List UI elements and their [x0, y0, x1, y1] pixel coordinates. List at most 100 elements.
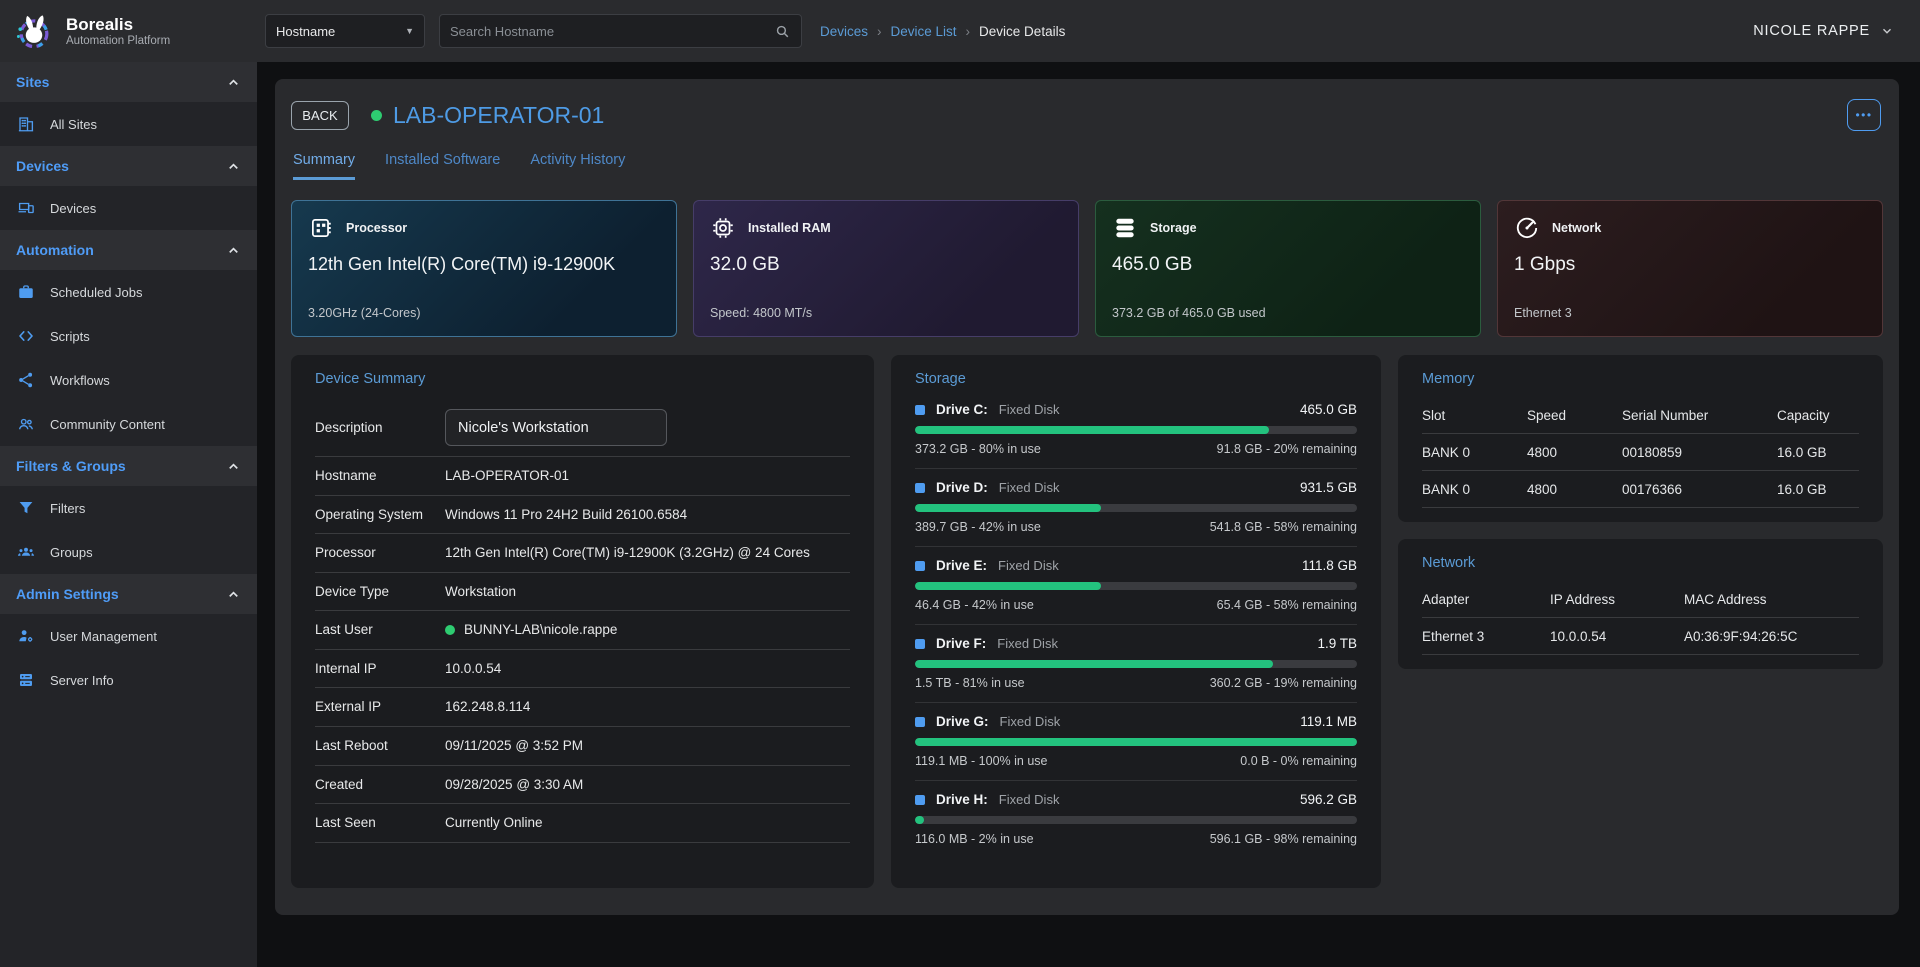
chevron-up-icon: [226, 159, 241, 174]
device-summary-title: Device Summary: [315, 355, 850, 387]
storage-value: 465.0 GB: [1112, 254, 1464, 276]
processor-value: 12th Gen Intel(R) Core(TM) i9-12900K: [308, 254, 660, 275]
drive-usage-bar: [915, 660, 1357, 668]
sidebar-item-workflows[interactable]: Workflows: [0, 358, 257, 402]
summary-row-processor: Processor 12th Gen Intel(R) Core(TM) i9-…: [315, 534, 850, 573]
memory-table-row: BANK 0 4800 00176366 16.0 GB: [1422, 471, 1859, 508]
network-value: 1 Gbps: [1514, 254, 1866, 276]
network-table-header: Adapter IP Address MAC Address: [1422, 581, 1859, 618]
drive-icon: [915, 795, 925, 805]
chevron-up-icon: [226, 75, 241, 90]
breadcrumb-devices[interactable]: Devices: [820, 24, 868, 39]
sidebar-section-admin-settings[interactable]: Admin Settings: [0, 574, 257, 614]
drive-usage-bar: [915, 816, 1357, 824]
people-icon: [16, 415, 36, 433]
drive-row-f: Drive F: Fixed Disk 1.9 TB 1.5 TB - 81% …: [915, 625, 1357, 703]
sidebar-section-devices[interactable]: Devices: [0, 146, 257, 186]
sidebar-section-filters-groups[interactable]: Filters & Groups: [0, 446, 257, 486]
breadcrumb-device-list[interactable]: Device List: [891, 24, 957, 39]
processor-subtitle: 3.20GHz (24-Cores): [308, 306, 660, 322]
brand-tagline: Automation Platform: [66, 35, 170, 47]
breadcrumb-current: Device Details: [979, 24, 1065, 39]
drive-icon: [915, 405, 925, 415]
memory-table-header: Slot Speed Serial Number Capacity: [1422, 397, 1859, 434]
sidebar-section-automation[interactable]: Automation: [0, 230, 257, 270]
sidebar-item-groups[interactable]: Groups: [0, 530, 257, 574]
title-row: BACK LAB-OPERATOR-01: [291, 101, 1883, 130]
drive-icon: [915, 639, 925, 649]
network-subtitle: Ethernet 3: [1514, 306, 1866, 322]
summary-row-internal-ip: Internal IP 10.0.0.54: [315, 650, 850, 689]
memory-table-row: BANK 0 4800 00180859 16.0 GB: [1422, 434, 1859, 471]
user-name: NICOLE RAPPE: [1753, 23, 1870, 39]
workflow-share-icon: [16, 371, 36, 389]
ram-card: Installed RAM 32.0 GB Speed: 4800 MT/s: [693, 200, 1079, 337]
hostname-filter-select[interactable]: Hostname ▼: [265, 14, 425, 48]
building-icon: [16, 115, 36, 133]
tab-bar: Summary Installed Software Activity Hist…: [291, 152, 1883, 180]
summary-row-device-type: Device Type Workstation: [315, 573, 850, 612]
speedometer-icon: [1514, 215, 1540, 241]
code-icon: [16, 327, 36, 345]
storage-stack-icon: [1112, 215, 1138, 241]
more-options-button[interactable]: •••: [1847, 99, 1881, 131]
cpu-icon: [308, 215, 334, 241]
drive-usage-bar: [915, 426, 1357, 434]
sidebar-item-server-info[interactable]: Server Info: [0, 658, 257, 702]
sidebar-item-devices[interactable]: Devices: [0, 186, 257, 230]
top-bar: Borealis Automation Platform Hostname ▼ …: [0, 0, 1920, 62]
sidebar-item-scripts[interactable]: Scripts: [0, 314, 257, 358]
summary-row-last-reboot: Last Reboot 09/11/2025 @ 3:52 PM: [315, 727, 850, 766]
sidebar-item-filters[interactable]: Filters: [0, 486, 257, 530]
right-column: Memory Slot Speed Serial Number Capacity…: [1398, 355, 1883, 669]
network-panel: Network Adapter IP Address MAC Address E…: [1398, 539, 1883, 669]
ram-subtitle: Speed: 4800 MT/s: [710, 306, 1062, 322]
brand-logo: Borealis Automation Platform: [0, 9, 257, 53]
summary-row-hostname: Hostname LAB-OPERATOR-01: [315, 457, 850, 496]
chevron-down-icon: [1880, 24, 1894, 38]
user-online-dot: [445, 625, 455, 635]
chevron-up-icon: [226, 243, 241, 258]
sidebar-item-scheduled-jobs[interactable]: Scheduled Jobs: [0, 270, 257, 314]
main-content: BACK LAB-OPERATOR-01 ••• Summary Install…: [257, 62, 1920, 967]
tab-summary[interactable]: Summary: [293, 152, 355, 180]
summary-row-last-seen: Last Seen Currently Online: [315, 804, 850, 843]
drive-usage-bar: [915, 504, 1357, 512]
search-icon: [774, 23, 791, 40]
online-status-dot: [371, 110, 382, 121]
stat-cards: Processor 12th Gen Intel(R) Core(TM) i9-…: [291, 200, 1883, 337]
sidebar-section-sites[interactable]: Sites: [0, 62, 257, 102]
filter-funnel-icon: [16, 499, 36, 517]
hostname-search: [439, 14, 802, 48]
drive-row-c: Drive C: Fixed Disk 465.0 GB 373.2 GB - …: [915, 391, 1357, 469]
network-title: Network: [1422, 539, 1859, 571]
drive-icon: [915, 561, 925, 571]
chevron-up-icon: [226, 459, 241, 474]
processor-card: Processor 12th Gen Intel(R) Core(TM) i9-…: [291, 200, 677, 337]
drive-row-h: Drive H: Fixed Disk 596.2 GB 116.0 MB - …: [915, 781, 1357, 858]
devices-icon: [16, 199, 36, 217]
briefcase-icon: [16, 283, 36, 301]
breadcrumb: Devices › Device List › Device Details: [820, 24, 1065, 39]
search-input[interactable]: [450, 24, 774, 39]
summary-row-description: Description: [315, 399, 850, 457]
sidebar-item-community-content[interactable]: Community Content: [0, 402, 257, 446]
storage-card: Storage 465.0 GB 373.2 GB of 465.0 GB us…: [1095, 200, 1481, 337]
rabbit-logo-icon: [12, 9, 56, 53]
sidebar-item-all-sites[interactable]: All Sites: [0, 102, 257, 146]
sidebar-item-user-management[interactable]: User Management: [0, 614, 257, 658]
sidebar: Sites All Sites Devices: [0, 62, 257, 967]
drive-icon: [915, 483, 925, 493]
network-table-row: Ethernet 3 10.0.0.54 A0:36:9F:94:26:5C: [1422, 618, 1859, 655]
user-menu[interactable]: NICOLE RAPPE: [1753, 23, 1894, 39]
tab-activity-history[interactable]: Activity History: [530, 152, 625, 180]
device-details-card: BACK LAB-OPERATOR-01 ••• Summary Install…: [275, 79, 1899, 915]
description-input[interactable]: [445, 409, 667, 446]
back-button[interactable]: BACK: [291, 101, 349, 130]
summary-row-os: Operating System Windows 11 Pro 24H2 Bui…: [315, 496, 850, 535]
summary-row-created: Created 09/28/2025 @ 3:30 AM: [315, 766, 850, 805]
group-icon: [16, 543, 36, 561]
server-icon: [16, 671, 36, 689]
tab-installed-software[interactable]: Installed Software: [385, 152, 500, 180]
drive-row-e: Drive E: Fixed Disk 111.8 GB 46.4 GB - 4…: [915, 547, 1357, 625]
